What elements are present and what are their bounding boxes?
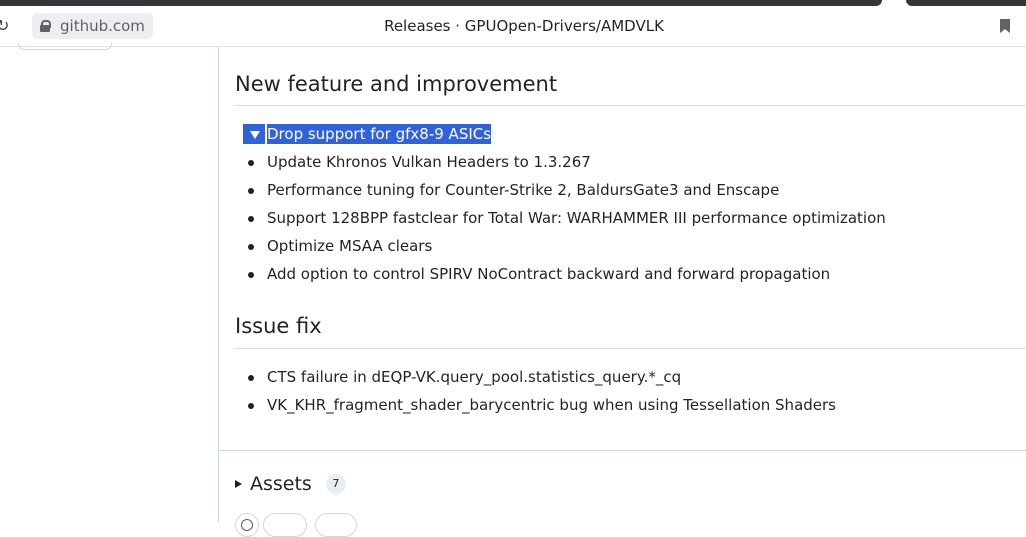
features-heading: New feature and improvement xyxy=(235,72,558,96)
list-item-text: CTS failure in dEQP-VK.query_pool.statis… xyxy=(267,368,682,386)
list-item-text: Update Khronos Vulkan Headers to 1.3.267 xyxy=(267,153,591,171)
triangle-down-icon xyxy=(250,131,260,139)
bullet-icon xyxy=(248,244,254,250)
assets-count-badge: 7 xyxy=(325,474,346,494)
list-item-text: Support 128BPP fastclear for Total War: … xyxy=(267,209,886,227)
selected-list-marker xyxy=(243,124,265,144)
left-sidebar xyxy=(0,43,219,522)
fixes-heading-rule xyxy=(234,348,1026,349)
release-notes: New feature and improvement Drop support… xyxy=(219,47,1026,537)
bullet-icon xyxy=(248,188,254,194)
bullet-icon xyxy=(248,216,254,222)
bullet-icon xyxy=(248,403,254,409)
list-item-text: Performance tuning for Counter-Strike 2,… xyxy=(267,181,780,199)
bullet-icon xyxy=(248,160,254,166)
browser-address-bar: ↻ github.com Releases · GPUOpen-Drivers/… xyxy=(0,6,1026,47)
fixes-heading: Issue fix xyxy=(235,314,322,338)
bullet-icon xyxy=(248,272,254,278)
selected-text: Drop support for gfx8-9 ASICs xyxy=(267,124,492,144)
add-reaction-button[interactable] xyxy=(235,513,259,537)
assets-toggle[interactable]: Assets 7 xyxy=(235,471,346,497)
sidebar-button-edge[interactable] xyxy=(18,43,112,50)
reaction-pill[interactable] xyxy=(263,513,307,537)
assets-label: Assets xyxy=(250,473,312,495)
features-heading-rule xyxy=(234,105,1026,106)
list-item-text: Add option to control SPIRV NoContract b… xyxy=(267,265,831,283)
page-title: Releases · GPUOpen-Drivers/AMDVLK xyxy=(384,17,664,35)
caret-right-icon xyxy=(235,480,242,488)
list-item-text: VK_KHR_fragment_shader_barycentric bug w… xyxy=(267,396,836,414)
list-item-text: Drop support for gfx8-9 ASICs xyxy=(267,124,492,144)
list-item-text: Optimize MSAA clears xyxy=(267,237,433,255)
reaction-pill[interactable] xyxy=(315,513,357,537)
assets-divider xyxy=(219,450,1026,451)
bullet-icon xyxy=(248,375,254,381)
smiley-icon xyxy=(241,519,253,531)
